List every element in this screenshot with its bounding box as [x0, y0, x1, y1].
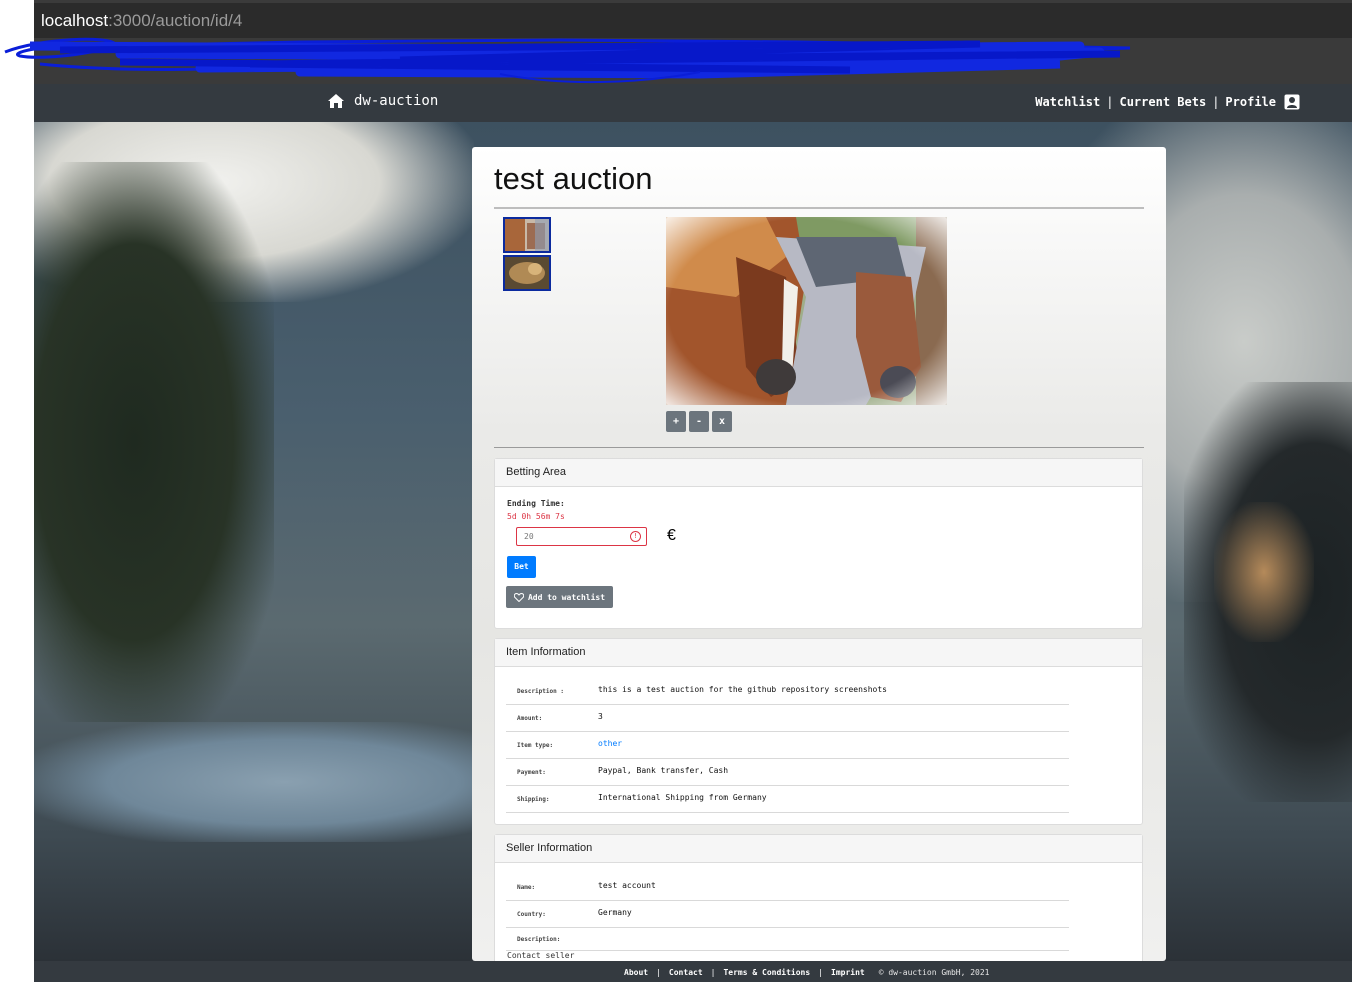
nav-profile[interactable]: Profile	[1225, 95, 1276, 109]
footer-contact-link[interactable]: Contact	[669, 968, 703, 977]
image-divider	[494, 447, 1144, 448]
horse-thumbnail-image	[505, 257, 549, 289]
thumbnail-1[interactable]	[503, 217, 551, 253]
add-to-watchlist-button[interactable]: Add to watchlist	[506, 586, 613, 608]
currency-symbol: €	[667, 527, 676, 544]
horse-thumbnail-image	[505, 219, 549, 251]
item-information-panel: Item Information Description : this is a…	[494, 638, 1143, 825]
thumbnail-2[interactable]	[503, 255, 551, 291]
seller-country-value: Germany	[598, 908, 632, 917]
auction-card: test auction + - x Betting Area Ending T…	[472, 147, 1166, 961]
nav-watchlist[interactable]: Watchlist	[1035, 95, 1100, 109]
countdown-text: 5d 0h 56m 7s	[507, 512, 565, 521]
nav-separator: |	[1106, 95, 1114, 109]
zoom-in-button[interactable]: +	[666, 411, 686, 432]
item-description-value: this is a test auction for the github re…	[598, 685, 887, 694]
footer-separator: |	[818, 968, 823, 977]
item-shipping-key: Shipping:	[517, 796, 550, 803]
bet-amount-value: 20	[524, 532, 534, 541]
item-payment-key: Payment:	[517, 769, 546, 776]
url-text[interactable]: localhost:3000/auction/id/4	[41, 11, 242, 31]
item-row: Shipping: International Shipping from Ge…	[506, 785, 1069, 813]
user-icon[interactable]	[1284, 94, 1300, 110]
item-information-header: Item Information	[495, 639, 1142, 667]
item-amount-key: Amount:	[517, 715, 543, 722]
bet-amount-input[interactable]: 20 !	[516, 527, 647, 546]
nav-links: Watchlist | Current Bets | Profile	[1035, 94, 1300, 110]
item-type-key: Item type:	[517, 742, 554, 749]
contact-seller-link[interactable]: Contact seller	[507, 951, 574, 960]
home-icon	[328, 94, 344, 108]
seller-row: Name: test account	[506, 873, 1069, 901]
zoom-reset-button[interactable]: x	[712, 411, 732, 432]
page-footer: About | Contact | Terms & Conditions | I…	[34, 961, 1352, 982]
footer-copyright: © dw-auction GmbH, 2021	[878, 968, 990, 977]
title-divider	[494, 207, 1144, 209]
main-auction-image[interactable]	[666, 217, 947, 405]
item-shipping-value: International Shipping from Germany	[598, 793, 767, 802]
item-row: Description : this is a test auction for…	[506, 677, 1069, 705]
nav-current-bets[interactable]: Current Bets	[1119, 95, 1206, 109]
seller-information-header: Seller Information	[495, 835, 1142, 863]
footer-about-link[interactable]: About	[624, 968, 648, 977]
footer-separator: |	[710, 968, 716, 977]
horses-image	[666, 217, 947, 405]
nav-separator: |	[1212, 95, 1220, 109]
item-description-key: Description :	[517, 688, 564, 695]
browser-address-bar[interactable]: localhost:3000/auction/id/4	[34, 0, 1352, 38]
bet-button[interactable]: Bet	[507, 556, 536, 578]
item-row: Amount: 3	[506, 704, 1069, 732]
seller-row: Country: Germany	[506, 900, 1069, 928]
zoom-out-button[interactable]: -	[689, 411, 709, 432]
item-amount-value: 3	[598, 712, 603, 721]
footer-imprint-link[interactable]: Imprint	[831, 968, 865, 977]
heart-icon	[513, 592, 524, 602]
seller-name-key: Name:	[517, 884, 536, 891]
brand-link[interactable]: dw-auction	[328, 93, 438, 109]
left-margin	[0, 0, 34, 982]
item-type-link[interactable]: other	[598, 739, 622, 748]
auction-title: test auction	[494, 161, 653, 196]
seller-information-panel: Seller Information Name: test account Co…	[494, 834, 1143, 961]
add-to-watchlist-label: Add to watchlist	[527, 592, 606, 602]
betting-area-header: Betting Area	[495, 459, 1142, 487]
item-payment-value: Paypal, Bank transfer, Cash	[598, 766, 729, 775]
seller-description-key: Description:	[517, 936, 561, 943]
seller-name-value: test account	[598, 881, 656, 890]
top-navbar: dw-auction Watchlist | Current Bets | Pr…	[34, 84, 1352, 122]
item-row: Payment: Paypal, Bank transfer, Cash	[506, 758, 1069, 786]
betting-area-panel: Betting Area Ending Time: 5d 0h 56m 7s 2…	[494, 458, 1143, 629]
seller-country-key: Country:	[517, 911, 546, 918]
brand-name: dw-auction	[354, 93, 439, 109]
invalid-warning-icon: !	[630, 531, 641, 542]
seller-row: Description:	[506, 927, 1069, 951]
ending-time-label: Ending Time:	[507, 499, 565, 508]
item-row: Item type: other	[506, 731, 1069, 759]
footer-terms-link[interactable]: Terms & Conditions	[723, 968, 810, 977]
footer-separator: |	[656, 968, 661, 977]
